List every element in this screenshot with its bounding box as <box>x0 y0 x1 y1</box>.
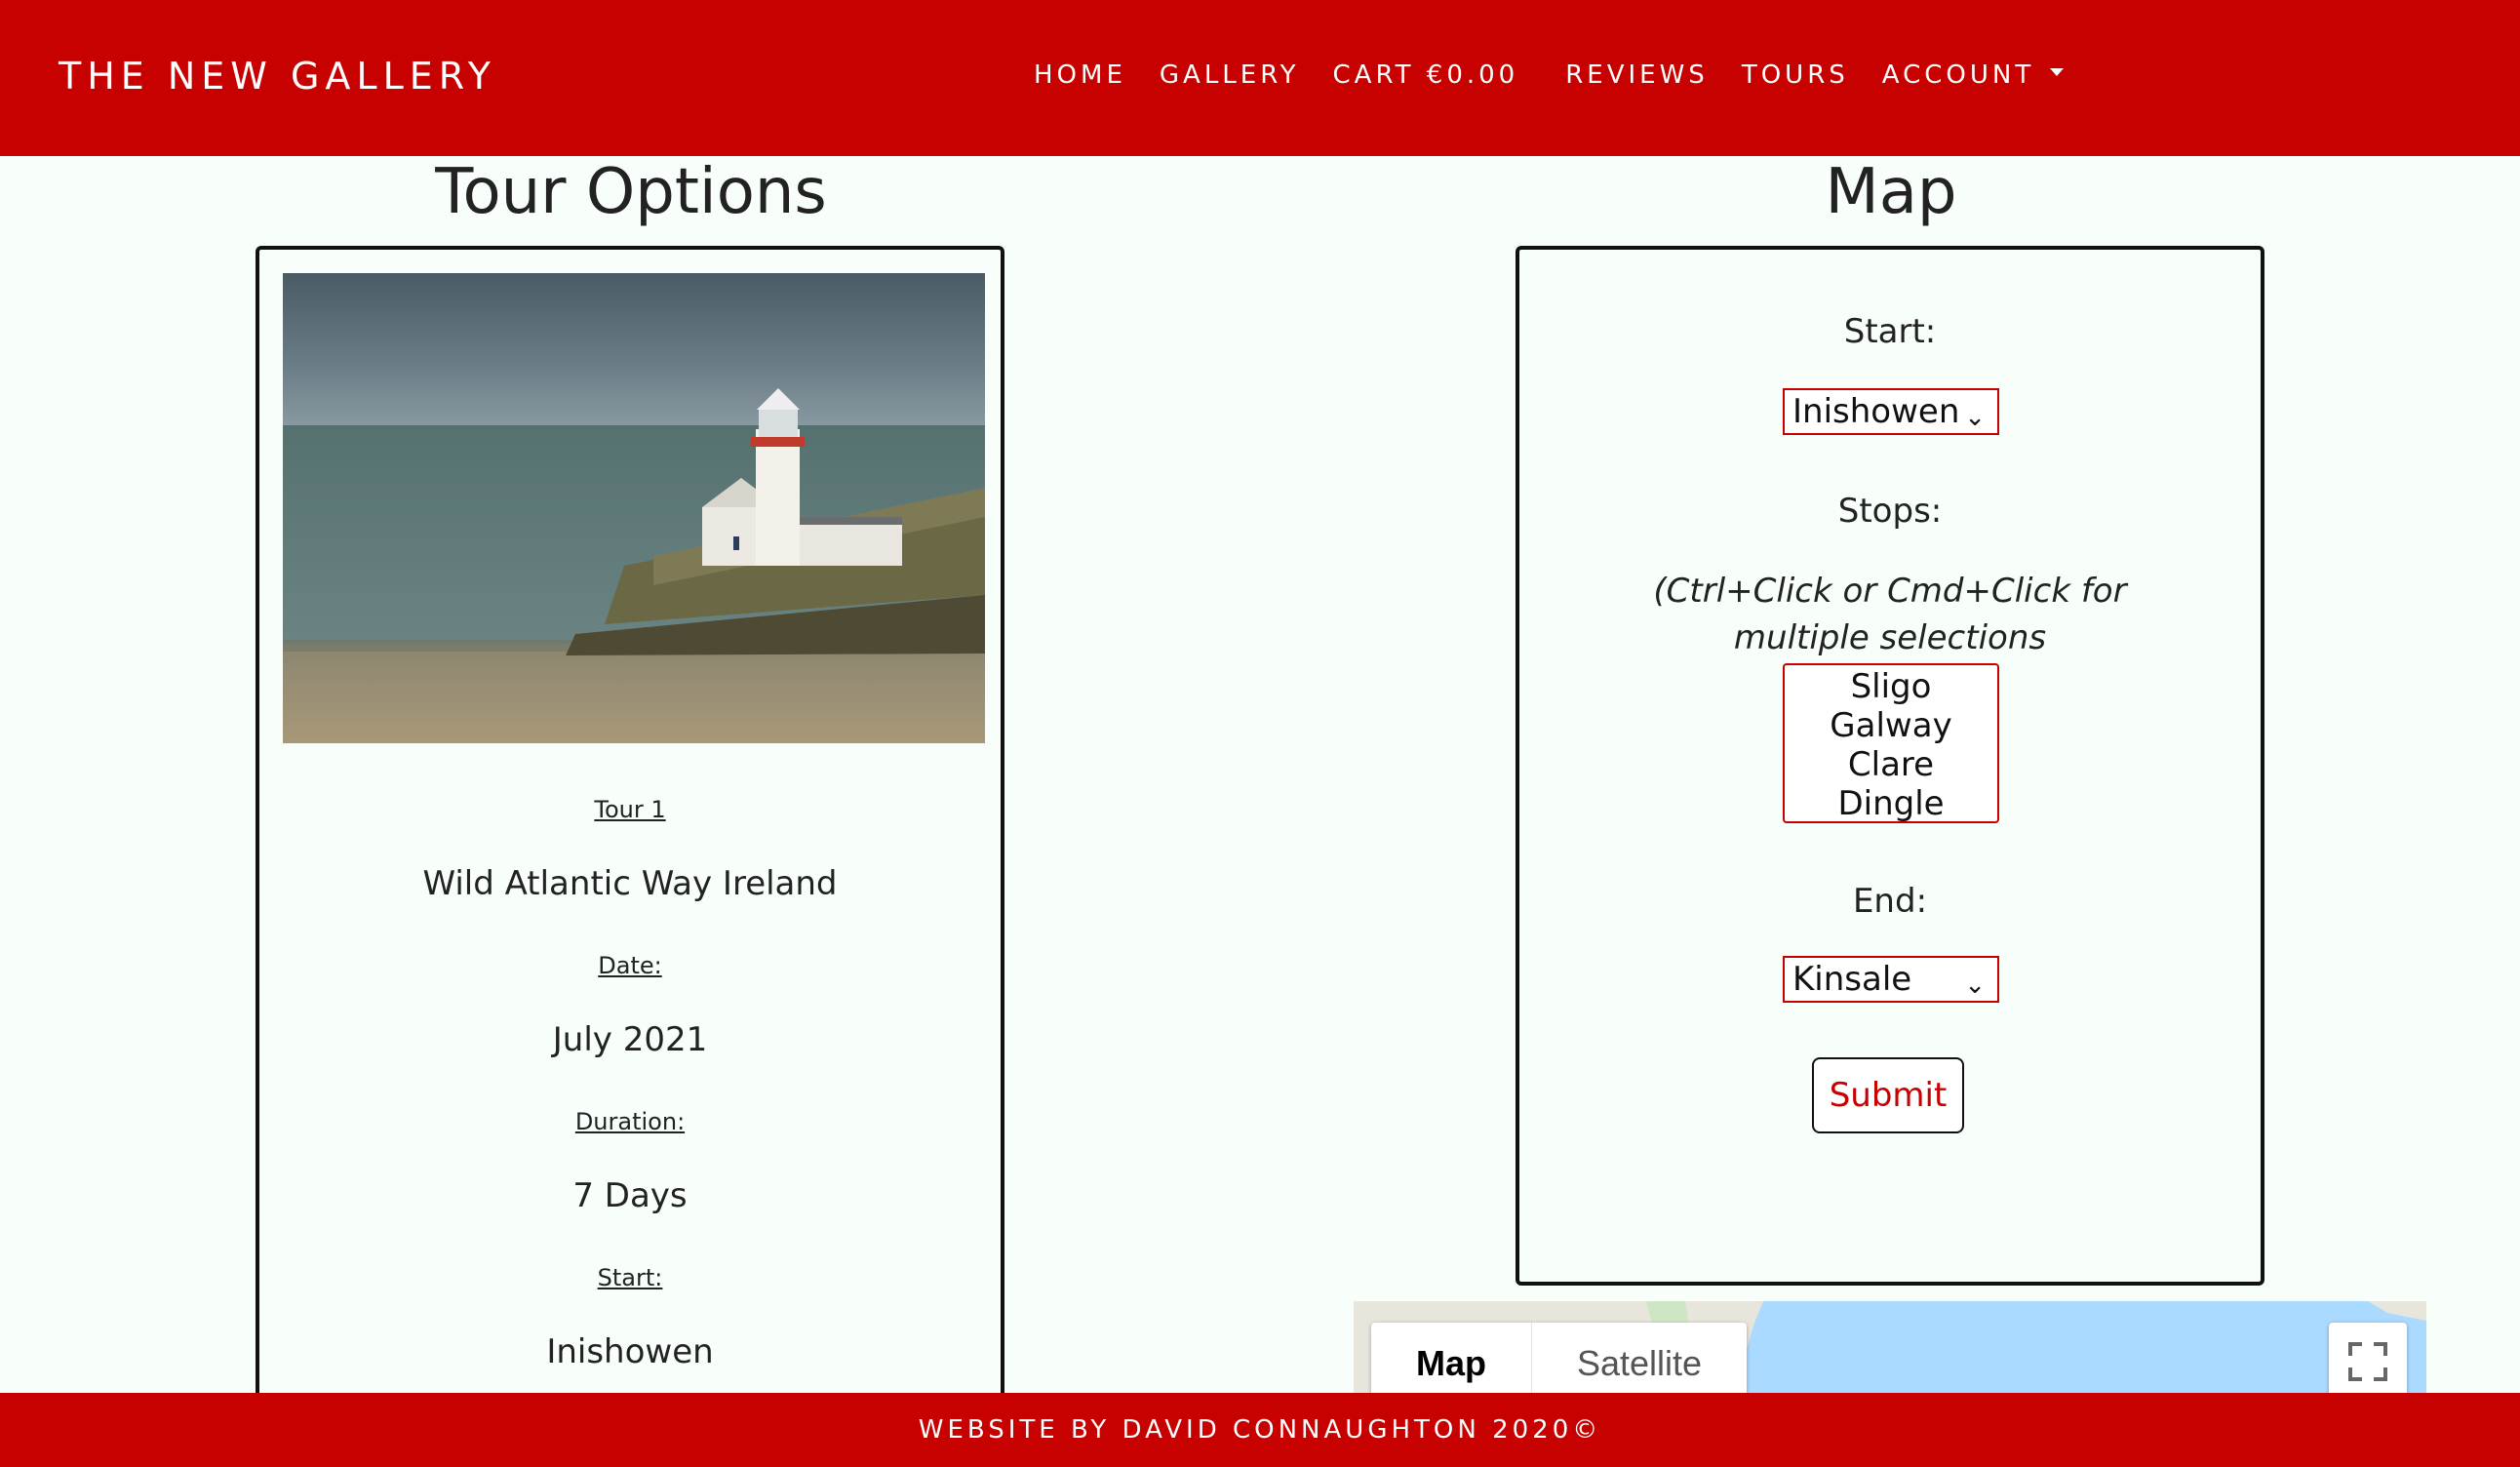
end-label: End: <box>1852 882 1928 921</box>
stops-label: Stops: <box>1837 492 1943 531</box>
tour-duration-label: Duration: <box>574 1108 686 1135</box>
start-select-value: Inishowen <box>1792 392 1960 431</box>
nav-links: HOME GALLERY CART €0.00 REVIEWS TOURS AC… <box>1034 60 2065 90</box>
stop-option[interactable]: Dingle <box>1785 784 1997 823</box>
tour-options-heading: Tour Options <box>435 156 827 228</box>
stop-option[interactable]: Galway <box>1785 706 1997 745</box>
tour-date-label: Date: <box>598 952 662 979</box>
footer: WEBSITE BY DAVID CONNAUGHTON 2020© <box>0 1393 2520 1467</box>
nav-tours-link[interactable]: TOURS <box>1742 60 1849 90</box>
caret-down-icon <box>2050 67 2065 76</box>
tour-start-label: Start: <box>597 1264 663 1291</box>
tour-card: Tour 1 Wild Atlantic Way Ireland Date: J… <box>256 246 1004 1467</box>
brand-logo-link[interactable]: THE NEW GALLERY <box>59 55 496 98</box>
route-form-card: Start: Inishowen ⌄ Stops: (Ctrl+Click or… <box>1516 246 2264 1286</box>
stop-option[interactable]: Sligo <box>1785 667 1997 706</box>
nav-account-label: ACCOUNT <box>1881 60 2035 90</box>
nav-reviews-link[interactable]: REVIEWS <box>1565 60 1709 90</box>
tour-number-label: Tour 1 <box>594 796 666 823</box>
fullscreen-button[interactable] <box>2329 1323 2407 1401</box>
lighthouse-photo <box>283 273 985 743</box>
end-select[interactable]: Kinsale ⌄ <box>1783 956 1999 1003</box>
stops-multiselect[interactable]: Sligo Galway Clare Dingle <box>1783 663 1999 823</box>
stop-option[interactable]: Clare <box>1785 745 1997 784</box>
chevron-down-icon: ⌄ <box>1964 403 1986 432</box>
footer-credit: WEBSITE BY DAVID CONNAUGHTON 2020© <box>918 1415 1602 1445</box>
end-select-value: Kinsale <box>1792 960 1912 999</box>
nav-gallery-link[interactable]: GALLERY <box>1160 60 1300 90</box>
chevron-down-icon: ⌄ <box>1964 971 1986 1000</box>
start-select[interactable]: Inishowen ⌄ <box>1783 388 1999 435</box>
tour-start-value: Inishowen <box>546 1332 714 1371</box>
nav-home-link[interactable]: HOME <box>1034 60 1126 90</box>
tour-name: Wild Atlantic Way Ireland <box>422 864 838 903</box>
nav-account-dropdown[interactable]: ACCOUNT <box>1881 60 2065 90</box>
tour-date-value: July 2021 <box>552 1020 708 1059</box>
map-heading: Map <box>1825 156 1957 228</box>
fullscreen-icon <box>2348 1342 2387 1381</box>
stops-hint: (Ctrl+Click or Cmd+Click for multiple se… <box>1653 572 2127 657</box>
tour-duration-value: 7 Days <box>572 1176 688 1215</box>
navbar: THE NEW GALLERY HOME GALLERY CART €0.00 … <box>0 0 2520 156</box>
start-label: Start: <box>1843 312 1937 351</box>
submit-button[interactable]: Submit <box>1812 1057 1964 1133</box>
nav-cart-link[interactable]: CART €0.00 <box>1333 60 1519 90</box>
